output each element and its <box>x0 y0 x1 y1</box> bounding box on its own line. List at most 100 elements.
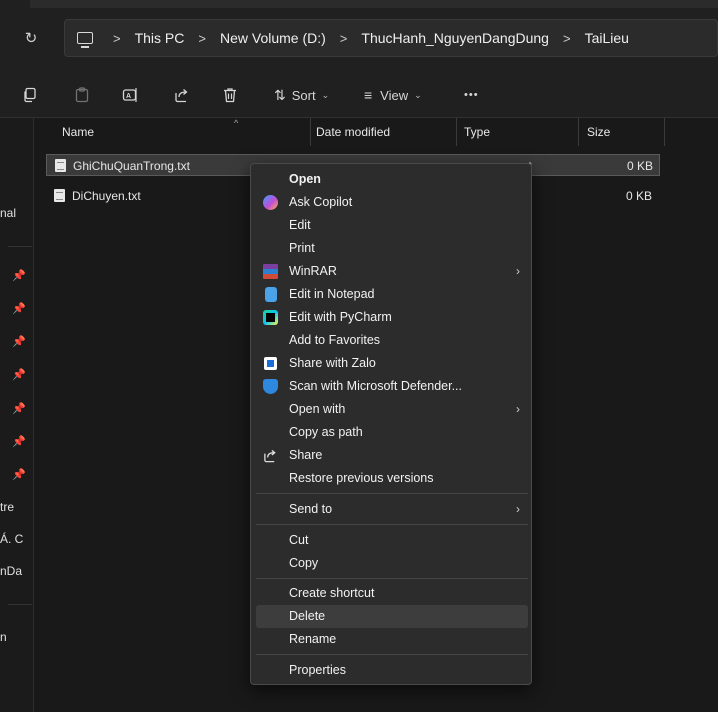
menu-item-send-to[interactable]: Send to › <box>256 498 528 521</box>
column-divider[interactable] <box>664 118 665 146</box>
view-button[interactable]: ≡ View ⌄ <box>364 84 422 106</box>
menu-item-scan-defender[interactable]: Scan with Microsoft Defender... <box>256 375 528 398</box>
menu-item-create-shortcut[interactable]: Create shortcut <box>256 582 528 605</box>
menu-item-share[interactable]: Share <box>256 444 528 467</box>
pin-icon: 📌 <box>12 469 26 481</box>
breadcrumb-separator[interactable]: > <box>113 31 121 46</box>
menu-item-label: Add to Favorites <box>289 333 381 347</box>
svg-text:A: A <box>126 93 131 100</box>
pin-icon: 📌 <box>12 270 26 282</box>
menu-item-open[interactable]: Open <box>256 168 528 191</box>
zalo-icon <box>264 357 277 370</box>
column-divider[interactable] <box>578 118 579 146</box>
trash-icon[interactable] <box>222 84 238 106</box>
menu-item-delete[interactable]: Delete <box>256 605 528 628</box>
breadcrumb-separator[interactable]: > <box>563 31 571 46</box>
chevron-right-icon: › <box>516 402 520 416</box>
menu-item-label: Copy as path <box>289 425 363 439</box>
pin-icon: 📌 <box>12 436 26 448</box>
breadcrumb-folder[interactable]: ThucHanh_NguyenDangDung <box>361 30 549 46</box>
more-options-button[interactable]: ••• <box>464 84 479 106</box>
menu-item-properties[interactable]: Properties <box>256 659 528 682</box>
menu-item-label: Edit <box>289 218 311 232</box>
column-header-date[interactable]: Date modified <box>316 118 390 146</box>
refresh-icon[interactable]: ↻ <box>22 30 40 48</box>
menu-item-label: Share with Zalo <box>289 356 376 370</box>
breadcrumb-drive[interactable]: New Volume (D:) <box>220 30 326 46</box>
column-divider[interactable] <box>310 118 311 146</box>
menu-item-edit-in-notepad[interactable]: Edit in Notepad <box>256 283 528 306</box>
copilot-icon <box>263 195 278 210</box>
sidebar-item-label[interactable]: nal <box>0 206 16 220</box>
menu-item-print[interactable]: Print <box>256 237 528 260</box>
sort-ascending-icon: ^ <box>234 118 239 128</box>
menu-item-copy-as-path[interactable]: Copy as path <box>256 421 528 444</box>
winrar-icon <box>263 264 278 279</box>
text-file-icon <box>55 159 66 172</box>
menu-separator <box>256 493 528 494</box>
sort-label: Sort <box>291 87 316 103</box>
pc-icon[interactable] <box>77 32 93 48</box>
breadcrumb-this-pc[interactable]: This PC <box>135 30 185 46</box>
file-size: 0 KB <box>627 159 654 173</box>
text-file-icon <box>54 189 65 202</box>
menu-item-add-to-favorites[interactable]: Add to Favorites <box>256 329 528 352</box>
menu-item-label: Properties <box>289 663 346 677</box>
menu-item-restore-previous-versions[interactable]: Restore previous versions <box>256 467 528 490</box>
chevron-down-icon: ⌄ <box>414 89 422 100</box>
sort-button[interactable]: ⇅ Sort ⌄ <box>274 84 329 106</box>
menu-item-edit-with-pycharm[interactable]: Edit with PyCharm <box>256 306 528 329</box>
menu-separator <box>256 578 528 579</box>
menu-item-label: Share <box>289 448 323 462</box>
menu-separator <box>256 524 528 525</box>
copy-icon[interactable] <box>22 84 38 106</box>
menu-item-label: Copy <box>289 556 319 570</box>
navigation-pane: nal 📌 📌 📌 📌 📌 📌 📌 tre Á. C nDa n <box>0 118 34 712</box>
column-header-size[interactable]: Size <box>587 118 610 146</box>
menu-item-label: Send to <box>289 502 333 516</box>
column-header-name[interactable]: Name <box>62 118 94 146</box>
file-name: DiChuyen.txt <box>72 189 141 203</box>
tab-strip <box>30 0 718 8</box>
menu-item-label: Edit in Notepad <box>289 287 375 301</box>
paste-icon[interactable] <box>74 84 90 106</box>
chevron-down-icon: ⌄ <box>321 89 330 100</box>
chevron-right-icon: › <box>516 502 520 516</box>
menu-separator <box>256 654 528 655</box>
file-size: 0 KB <box>626 189 653 203</box>
menu-item-label: Delete <box>289 609 326 623</box>
pin-icon: 📌 <box>12 369 26 381</box>
share-icon <box>264 449 276 463</box>
menu-item-rename[interactable]: Rename <box>256 628 528 651</box>
breadcrumb-separator[interactable]: > <box>340 31 348 46</box>
menu-item-share-with-zalo[interactable]: Share with Zalo <box>256 352 528 375</box>
pin-icon: 📌 <box>12 403 26 415</box>
menu-item-label: Open <box>289 172 321 186</box>
breadcrumb[interactable]: > This PC > New Volume (D:) > ThucHanh_N… <box>64 19 718 57</box>
share-icon[interactable] <box>174 84 190 106</box>
breadcrumb-separator[interactable]: > <box>198 31 206 46</box>
menu-item-label: Create shortcut <box>289 586 375 600</box>
sidebar-item-label[interactable]: nDa <box>0 564 22 578</box>
sidebar-item-label[interactable]: tre <box>0 500 14 514</box>
sidebar-item-label[interactable]: n <box>0 630 7 644</box>
column-divider[interactable] <box>456 118 457 146</box>
menu-item-winrar[interactable]: WinRAR › <box>256 260 528 283</box>
menu-item-edit[interactable]: Edit <box>256 214 528 237</box>
menu-item-copy[interactable]: Copy <box>256 552 528 575</box>
menu-item-label: Open with <box>289 402 346 416</box>
address-bar: ↻ > This PC > New Volume (D:) > ThucHanh… <box>0 0 718 72</box>
pin-icon: 📌 <box>12 303 26 315</box>
menu-item-cut[interactable]: Cut <box>256 529 528 552</box>
rename-icon[interactable]: A <box>122 84 138 106</box>
sort-icon: ⇅ <box>274 86 286 103</box>
column-header-type[interactable]: Type <box>464 118 490 146</box>
shield-icon <box>263 379 278 394</box>
menu-item-label: Restore previous versions <box>289 471 434 485</box>
menu-item-open-with[interactable]: Open with › <box>256 398 528 421</box>
breadcrumb-current[interactable]: TaiLieu <box>585 30 629 46</box>
menu-item-ask-copilot[interactable]: Ask Copilot <box>256 191 528 214</box>
sidebar-item-label[interactable]: Á. C <box>0 532 23 546</box>
menu-item-label: Rename <box>289 632 337 646</box>
pycharm-icon <box>263 310 278 325</box>
